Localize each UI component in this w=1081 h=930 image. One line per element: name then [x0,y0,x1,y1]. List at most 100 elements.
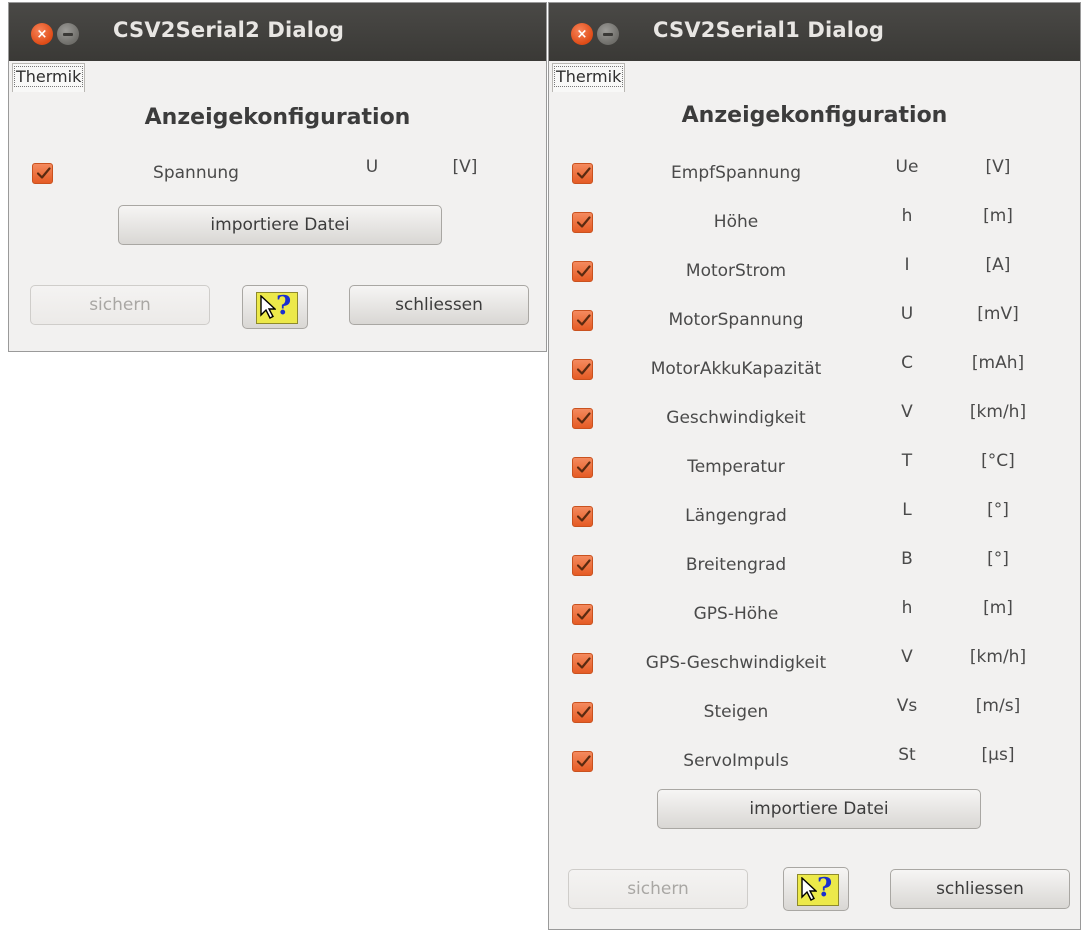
row-symbol: Vs [896,696,918,716]
row-name: Geschwindigkeit [666,408,806,428]
enable-checkbox[interactable] [572,310,593,331]
config-row: Steigen Vs [m/s] [549,690,1080,730]
row-unit: [km/h] [969,647,1027,667]
config-row: Längengrad L [°] [549,494,1080,534]
tab-thermik[interactable]: Thermik [12,63,86,92]
config-row: MotorStrom I [A] [549,249,1080,289]
window-title: CSV2Serial1 Dialog [653,18,885,42]
row-unit: [V] [985,157,1011,177]
enable-checkbox[interactable] [32,163,53,184]
row-name: Höhe [713,212,759,232]
help-button[interactable]: ? [783,867,849,911]
checkmark-icon [576,363,591,375]
row-unit: [°C] [981,451,1015,471]
checkmark-icon [576,216,591,228]
row-unit: [V] [452,157,478,177]
checkmark-icon [576,608,591,620]
close-button[interactable]: schliessen [890,869,1070,909]
enable-checkbox[interactable] [572,408,593,429]
row-name: GPS-Geschwindigkeit [645,653,827,673]
config-row: GPS-Geschwindigkeit V [km/h] [549,641,1080,681]
row-symbol: Ue [895,157,919,177]
enable-checkbox[interactable] [572,702,593,723]
row-symbol: L [902,500,912,520]
row-unit: [mV] [977,304,1019,324]
row-name: MotorStrom [685,261,787,281]
row-unit: [km/h] [969,402,1027,422]
row-name: Breitengrad [685,555,787,575]
enable-checkbox[interactable] [572,457,593,478]
tab-label: Thermik [13,66,84,87]
row-symbol: C [901,353,913,373]
row-name: Temperatur [687,457,785,477]
checkmark-icon [36,167,51,179]
checkmark-icon [576,510,591,522]
row-name: MotorAkkuKapazität [650,359,822,379]
config-row: MotorSpannung U [mV] [549,298,1080,338]
checkmark-icon [576,167,591,179]
row-name: Längengrad [685,506,787,526]
enable-checkbox[interactable] [572,359,593,380]
checkmark-icon [576,755,591,767]
close-icon[interactable]: × [31,23,53,45]
config-row: EmpfSpannung Ue [V] [549,151,1080,191]
row-symbol: h [901,598,913,618]
titlebar[interactable]: × CSV2Serial1 Dialog [549,3,1080,61]
enable-checkbox[interactable] [572,653,593,674]
row-unit: [°] [987,549,1009,569]
config-row: Höhe h [m] [549,200,1080,240]
checkmark-icon [576,706,591,718]
row-symbol: U [900,304,914,324]
row-unit: [µs] [981,745,1015,765]
config-row: Temperatur T [°C] [549,445,1080,485]
minimize-icon[interactable] [57,23,79,45]
window-title: CSV2Serial2 Dialog [113,18,345,42]
section-heading: Anzeigekonfiguration [681,103,948,128]
config-row: GPS-Höhe h [m] [549,592,1080,632]
save-button[interactable]: sichern [568,869,748,909]
row-name: Spannung [153,163,239,183]
row-symbol: B [901,549,913,569]
row-name: ServoImpuls [683,751,789,771]
checkmark-icon [576,461,591,473]
row-unit: [A] [985,255,1011,275]
save-button[interactable]: sichern [30,285,210,325]
enable-checkbox[interactable] [572,261,593,282]
row-symbol: I [904,255,910,275]
checkmark-icon [576,559,591,571]
titlebar[interactable]: × CSV2Serial2 Dialog [9,3,546,61]
row-symbol: U [365,157,379,177]
row-unit: [mAh] [971,353,1025,373]
enable-checkbox[interactable] [572,604,593,625]
config-row: MotorAkkuKapazität C [mAh] [549,347,1080,387]
row-name: MotorSpannung [668,310,804,330]
row-unit: [m] [983,206,1013,226]
dialog-csv2serial2: × CSV2Serial2 Dialog Thermik Anzeigekonf… [8,2,547,352]
enable-checkbox[interactable] [572,751,593,772]
enable-checkbox[interactable] [572,212,593,233]
dialog-csv2serial1: × CSV2Serial1 Dialog Thermik Anzeigekonf… [548,2,1081,930]
close-icon[interactable]: × [571,23,593,45]
row-symbol: V [901,402,913,422]
config-row: Spannung U [V] [9,151,546,191]
enable-checkbox[interactable] [572,555,593,576]
section-heading: Anzeigekonfiguration [144,105,411,130]
checkmark-icon [576,314,591,326]
import-file-button[interactable]: importiere Datei [657,789,981,829]
row-unit: [m] [983,598,1013,618]
enable-checkbox[interactable] [572,506,593,527]
tab-thermik[interactable]: Thermik [552,63,626,92]
import-file-button[interactable]: importiere Datei [118,205,442,245]
row-symbol: V [901,647,913,667]
help-cursor-icon: ? [256,291,298,324]
row-symbol: T [901,451,913,471]
close-button[interactable]: schliessen [349,285,529,325]
enable-checkbox[interactable] [572,163,593,184]
config-row: ServoImpuls St [µs] [549,739,1080,779]
checkmark-icon [576,265,591,277]
row-unit: [m/s] [975,696,1021,716]
minimize-icon[interactable] [597,23,619,45]
help-button[interactable]: ? [242,285,308,329]
checkmark-icon [576,412,591,424]
row-name: GPS-Höhe [693,604,779,624]
